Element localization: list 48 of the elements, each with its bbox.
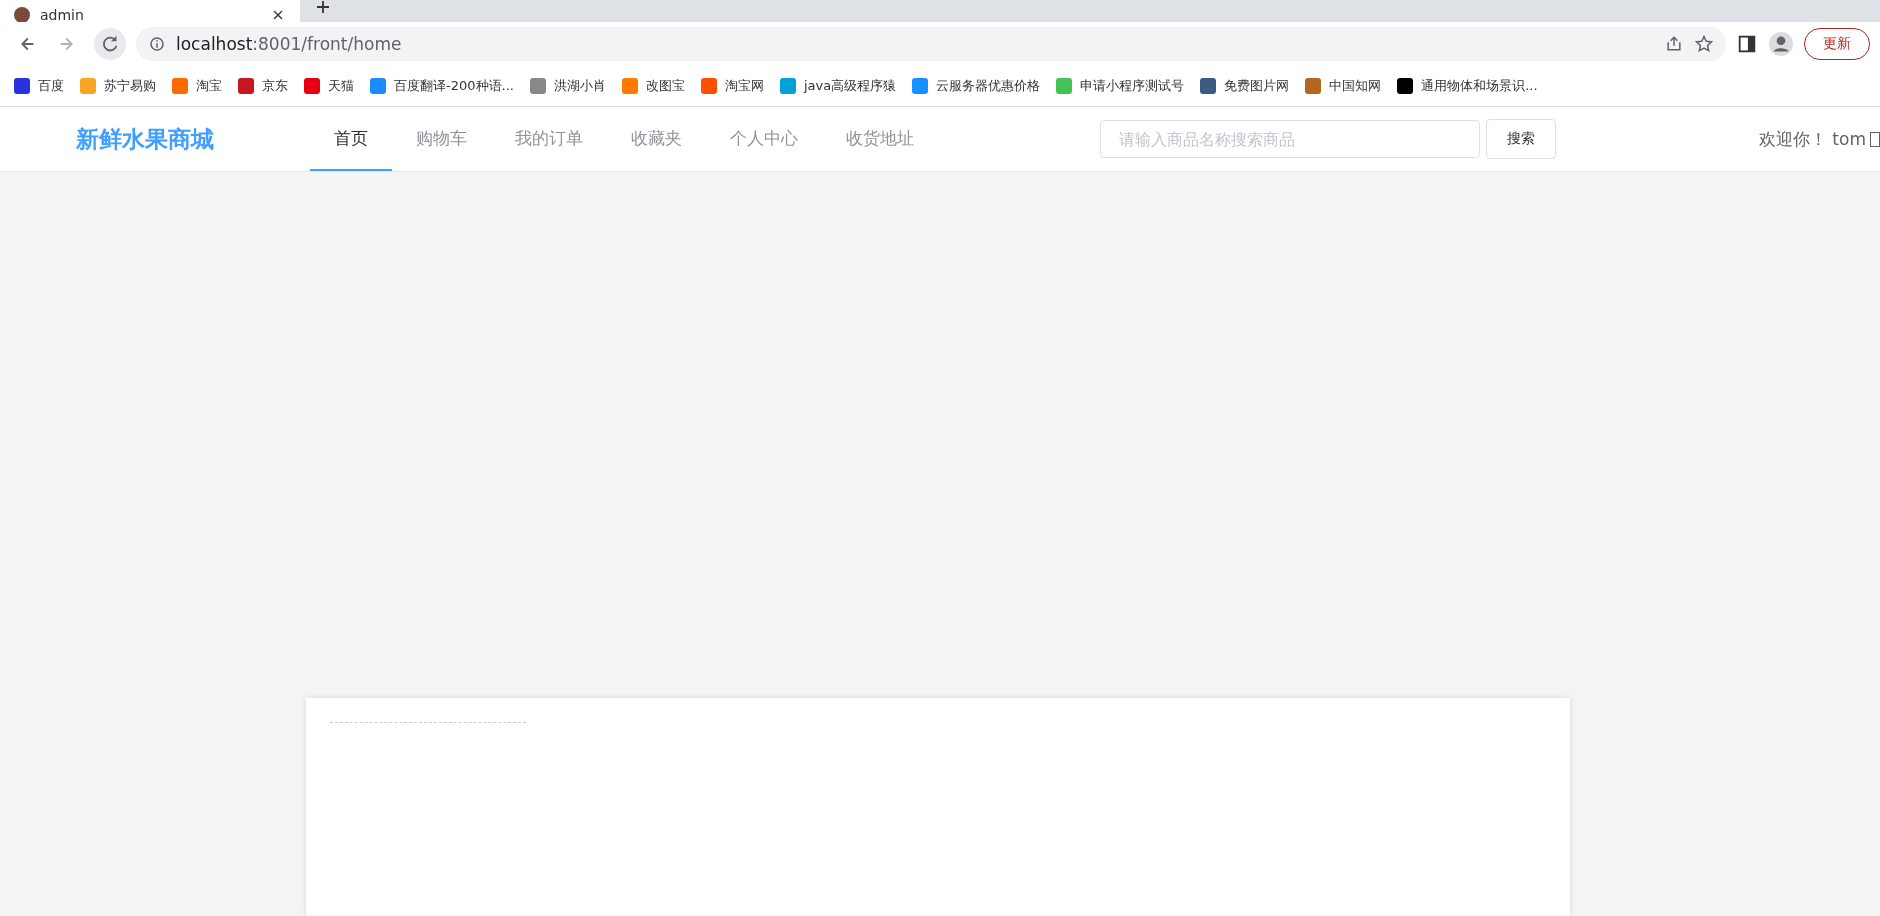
bookmark-link[interactable]: 洪湖小肖 xyxy=(521,73,614,99)
site-favicon-icon xyxy=(529,78,546,94)
site-favicon-icon xyxy=(238,78,254,94)
search-field[interactable]: 请输入商品名称搜索商品 xyxy=(1100,120,1480,158)
share-icon[interactable] xyxy=(1664,34,1684,54)
info-icon xyxy=(148,35,166,53)
tab-title: admin xyxy=(40,7,85,22)
bookmark-link[interactable]: 百度 xyxy=(6,73,72,99)
bookmark-link[interactable]: 淘宝 xyxy=(164,73,230,99)
profile-icon[interactable] xyxy=(1768,31,1794,57)
bookmark-link[interactable]: 免费图片网 xyxy=(1192,73,1298,99)
site-favicon-icon xyxy=(370,78,386,94)
site-favicon-icon xyxy=(1397,78,1414,94)
nav-tab[interactable]: 首页 xyxy=(310,107,392,171)
bookmark-link[interactable]: 云服务器优惠价格 xyxy=(904,73,1049,99)
site-favicon-icon xyxy=(779,78,796,94)
bookmark-link[interactable]: 苏宁易购 xyxy=(72,73,164,99)
site-favicon-icon xyxy=(1056,78,1073,94)
bookmark-link[interactable]: 京东 xyxy=(230,73,296,99)
site-favicon-icon xyxy=(1200,78,1217,94)
update-button[interactable]: 更新 xyxy=(1804,28,1870,60)
new-tab-icon[interactable] xyxy=(314,0,332,16)
site-favicon-icon xyxy=(621,78,638,94)
address-bar[interactable]: localhost:8001/front/home xyxy=(136,27,1726,61)
site-favicon-icon xyxy=(80,78,96,94)
site-favicon-icon xyxy=(700,78,717,94)
welcome-text: 欢迎你！ tom xyxy=(1758,127,1866,151)
bookmark-link[interactable]: java高级程序猿 xyxy=(771,73,905,99)
site-favicon-icon xyxy=(14,78,30,94)
bookmark-link[interactable]: 天猫 xyxy=(296,73,362,99)
browser-tab[interactable]: admin xyxy=(0,0,300,22)
reload-button[interactable] xyxy=(94,28,126,60)
dropdown-icon[interactable] xyxy=(1870,131,1880,147)
tab-favicon-icon xyxy=(14,7,30,22)
url-text: localhost:8001/front/home xyxy=(176,34,403,54)
bookmark-link[interactable]: 淘宝网 xyxy=(692,73,772,99)
site-favicon-icon xyxy=(304,78,320,94)
site-favicon-icon xyxy=(1305,78,1322,94)
side-panel-icon[interactable] xyxy=(1736,33,1758,55)
site-favicon-icon xyxy=(912,78,929,94)
bookmark-link[interactable]: 申请小程序测试号 xyxy=(1048,73,1193,99)
search-button[interactable]: 搜索 xyxy=(1486,119,1556,159)
bookmark-link[interactable]: 通用物体和场景识... xyxy=(1389,73,1546,99)
site-favicon-icon xyxy=(172,78,188,94)
bookmark-link[interactable]: 改图宝 xyxy=(613,73,693,99)
star-icon[interactable] xyxy=(1694,34,1714,54)
bookmark-link[interactable]: 百度翻译-200种语... xyxy=(362,73,522,99)
bookmark-link[interactable]: 中国知网 xyxy=(1297,73,1390,99)
